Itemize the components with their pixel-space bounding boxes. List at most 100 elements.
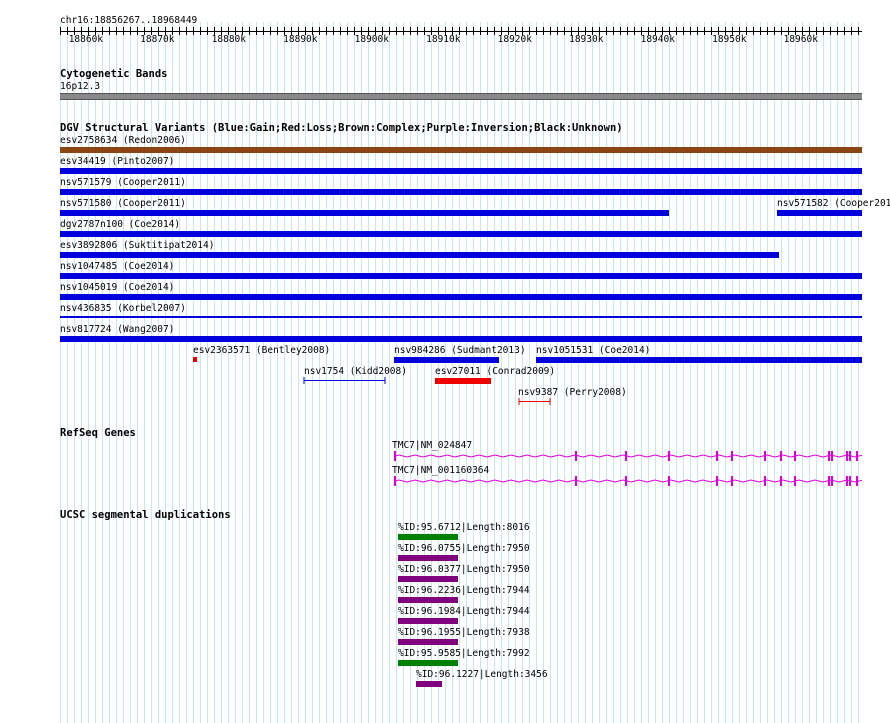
segdup-bar[interactable] xyxy=(398,597,458,603)
refseq-track-title[interactable]: RefSeq Genes xyxy=(60,427,136,439)
variant-label: nsv571580 (Cooper2011) xyxy=(60,198,186,209)
segdup-label: %ID:95.6712|Length:8016 xyxy=(398,522,530,533)
variant-label: esv2758634 (Redon2006) xyxy=(60,135,186,146)
segdup-label: %ID:96.0755|Length:7950 xyxy=(398,543,530,554)
variant-label: esv3892806 (Suktitipat2014) xyxy=(60,240,215,251)
cytoband-track-title[interactable]: Cytogenetic Bands xyxy=(60,68,167,80)
variant-bar[interactable] xyxy=(394,357,499,363)
variant-label: nsv984286 (Sudmant2013) xyxy=(394,345,526,356)
segdup-bar[interactable] xyxy=(398,639,458,645)
variant-bar[interactable] xyxy=(536,357,862,363)
ruler-tick-label: 18870k xyxy=(140,34,175,45)
variant-label: dgv2787n100 (Coe2014) xyxy=(60,219,181,230)
variant-bar[interactable] xyxy=(60,316,862,318)
gene-exon xyxy=(831,451,833,461)
variant-bar[interactable] xyxy=(60,210,669,216)
ruler-tick-label: 18950k xyxy=(712,34,747,45)
variant-bar[interactable] xyxy=(60,189,862,195)
ruler-position: chr16:18856267..18968449 xyxy=(60,15,198,26)
cytoband-bar[interactable] xyxy=(60,93,862,100)
genome-browser-panel: chr16:18856267..18968449 18860k 18870k 188… xyxy=(0,0,890,723)
gene-exon xyxy=(575,476,577,486)
gene-exon xyxy=(764,476,766,486)
variant-whisker[interactable] xyxy=(518,397,552,406)
gene-exon xyxy=(764,451,766,461)
gene-exon xyxy=(731,476,733,486)
segdup-bar[interactable] xyxy=(398,534,458,540)
ruler-tick-label: 18920k xyxy=(497,34,532,45)
dgv-track-title[interactable]: DGV Structural Variants (Blue:Gain;Red:L… xyxy=(60,122,623,134)
gene-exon xyxy=(828,451,830,461)
variant-bar[interactable] xyxy=(193,357,197,362)
segdup-track-title[interactable]: UCSC segmental duplications xyxy=(60,509,231,521)
gene-exon xyxy=(668,476,670,486)
gene-exon xyxy=(780,476,782,486)
gene-exon xyxy=(794,476,796,486)
segdup-bar[interactable] xyxy=(416,681,442,687)
segdup-label: %ID:96.0377|Length:7950 xyxy=(398,564,530,575)
ruler-tick-label: 18890k xyxy=(283,34,318,45)
variant-bar[interactable] xyxy=(60,147,862,153)
gene-exon xyxy=(716,451,718,461)
gene-exon xyxy=(394,451,396,461)
gene-exon xyxy=(625,451,627,461)
variant-label: nsv436835 (Korbel2007) xyxy=(60,303,186,314)
segdup-label: %ID:96.1955|Length:7938 xyxy=(398,627,530,638)
gene-exon xyxy=(846,451,848,461)
gene-model[interactable] xyxy=(392,475,862,489)
variant-whisker[interactable] xyxy=(303,376,387,385)
gene-exon xyxy=(575,451,577,461)
variant-bar[interactable] xyxy=(60,231,862,237)
gene-model[interactable] xyxy=(392,450,862,464)
gene-exon xyxy=(731,451,733,461)
gene-exon xyxy=(780,451,782,461)
ruler-tick-label: 18910k xyxy=(426,34,461,45)
ruler-tick-label: 18930k xyxy=(569,34,604,45)
variant-label: nsv1045019 (Coe2014) xyxy=(60,282,175,293)
gene-intron-line xyxy=(394,479,862,483)
ruler-tick-label: 18860k xyxy=(68,34,104,45)
ruler-tick-label: 18900k xyxy=(354,34,389,45)
segdup-bar[interactable] xyxy=(398,618,458,624)
variant-bar[interactable] xyxy=(60,273,862,279)
variant-label: esv2363571 (Bentley2008) xyxy=(193,345,331,356)
ruler-axis xyxy=(60,31,862,32)
variant-label: esv27011 (Conrad2009) xyxy=(435,366,556,377)
gene-exon xyxy=(846,476,848,486)
variant-bar[interactable] xyxy=(777,210,862,216)
segdup-bar[interactable] xyxy=(398,576,458,582)
ruler-tick-label: 18940k xyxy=(640,34,675,45)
variant-label: esv34419 (Pinto2007) xyxy=(60,156,175,167)
gene-exon xyxy=(856,476,858,486)
variant-label: nsv571582 (Cooper2011) xyxy=(777,198,890,209)
gene-exon xyxy=(828,476,830,486)
segdup-label: %ID:96.1227|Length:3456 xyxy=(416,669,548,680)
variant-bar[interactable] xyxy=(60,252,779,258)
gene-intron-line xyxy=(394,454,862,458)
gene-exon xyxy=(856,451,858,461)
cytoband-label: 16p12.3 xyxy=(60,81,101,92)
variant-bar[interactable] xyxy=(60,336,862,342)
gene-exon xyxy=(716,476,718,486)
segdup-label: %ID:96.2236|Length:7944 xyxy=(398,585,530,596)
ruler-tick-label: 18880k xyxy=(211,34,246,45)
variant-bar[interactable] xyxy=(435,378,491,384)
segdup-label: %ID:95.9585|Length:7992 xyxy=(398,648,530,659)
segdup-bar[interactable] xyxy=(398,660,458,666)
variant-bar[interactable] xyxy=(60,294,862,300)
segdup-bar[interactable] xyxy=(398,555,458,561)
gene-exon xyxy=(394,476,396,486)
gene-exon xyxy=(625,476,627,486)
variant-bar[interactable] xyxy=(60,168,862,174)
segdup-label: %ID:96.1984|Length:7944 xyxy=(398,606,530,617)
variant-label: nsv817724 (Wang2007) xyxy=(60,324,175,335)
gene-exon xyxy=(831,476,833,486)
gene-exon xyxy=(849,476,851,486)
gene-exon xyxy=(849,451,851,461)
gene-exon xyxy=(668,451,670,461)
variant-label: nsv571579 (Cooper2011) xyxy=(60,177,186,188)
ruler-tick-label: 18960k xyxy=(783,34,818,45)
variant-label: nsv1047485 (Coe2014) xyxy=(60,261,175,272)
gene-exon xyxy=(794,451,796,461)
variant-label: nsv1051531 (Coe2014) xyxy=(536,345,651,356)
